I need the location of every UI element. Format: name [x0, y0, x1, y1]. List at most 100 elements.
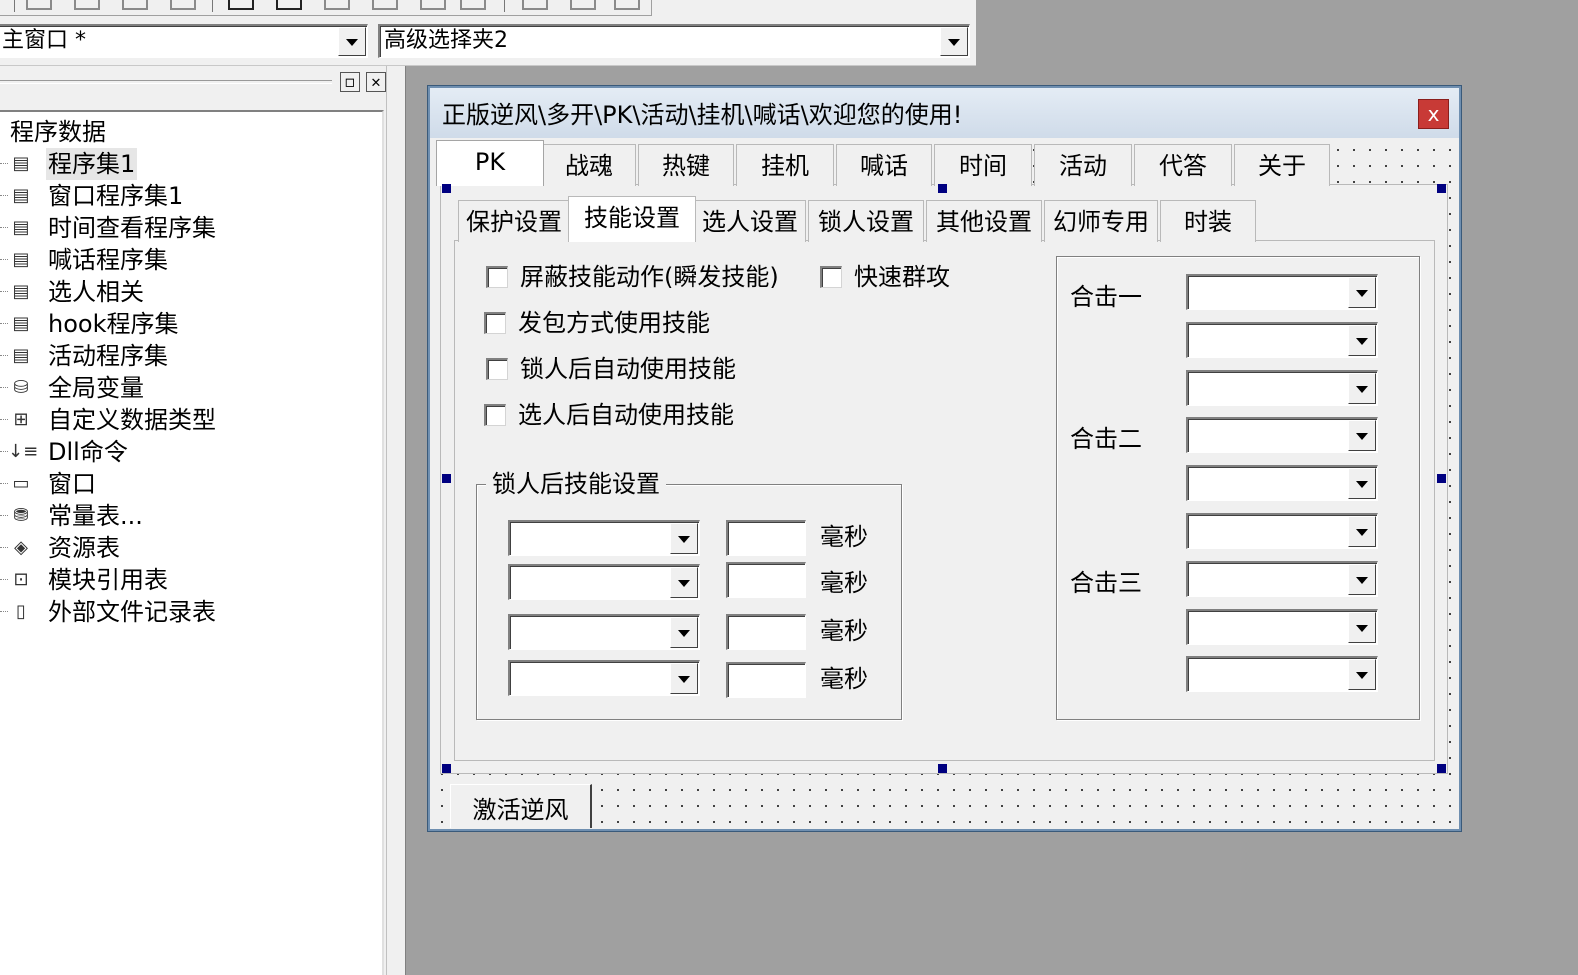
chevron-down-icon[interactable] — [1348, 468, 1376, 499]
combo-attack-select-4[interactable] — [1186, 417, 1378, 453]
chevron-down-icon[interactable] — [1348, 564, 1376, 595]
chevron-down-icon[interactable] — [1348, 373, 1376, 404]
chevron-down-icon[interactable] — [670, 523, 698, 554]
tab-fashion[interactable]: 时装 — [1160, 200, 1256, 242]
align-bottom-icon[interactable] — [170, 0, 196, 10]
panel-splitter[interactable] — [386, 66, 406, 975]
tab-illusionist[interactable]: 幻师专用 — [1044, 200, 1158, 242]
combo-attack-select-5[interactable] — [1186, 465, 1378, 501]
lock-delay-input-4[interactable] — [726, 662, 806, 698]
align-top-icon[interactable] — [122, 0, 148, 10]
chevron-down-icon[interactable] — [670, 663, 698, 694]
tree-item-label: 常量表... — [48, 502, 143, 530]
combo-attack-select-3[interactable] — [1186, 370, 1378, 406]
lock-skill-combo-2[interactable] — [508, 564, 700, 600]
checkbox-label: 发包方式使用技能 — [518, 309, 710, 337]
space-evenly-icon[interactable] — [460, 0, 486, 10]
same-size-icon[interactable] — [420, 0, 446, 10]
resize-handle[interactable] — [1437, 184, 1446, 193]
tab-shout[interactable]: 喊话 — [836, 144, 932, 186]
close-icon[interactable]: x — [1418, 99, 1449, 129]
lock-skill-combo-3[interactable] — [508, 614, 700, 650]
resize-handle[interactable] — [442, 474, 451, 483]
tree-item-label: 资源表 — [48, 534, 120, 562]
chevron-down-icon[interactable] — [1348, 420, 1376, 451]
combo-label-1: 合击一 — [1070, 283, 1142, 311]
window-icon: ▭ — [12, 473, 30, 494]
tab-protect-settings[interactable]: 保护设置 — [458, 200, 570, 242]
tree-connector — [0, 323, 8, 324]
lock-skill-combo-1[interactable] — [508, 520, 700, 556]
tab-select-settings[interactable]: 选人设置 — [694, 200, 806, 242]
component-selector[interactable]: 高级选择夹2 — [378, 24, 970, 58]
tree-item-label: 外部文件记录表 — [48, 598, 216, 626]
component-selector-value: 高级选择夹2 — [384, 28, 508, 53]
resize-handle[interactable] — [938, 764, 947, 773]
combo-attack-select-2[interactable] — [1186, 322, 1378, 358]
resize-handle[interactable] — [938, 184, 947, 193]
resize-handle[interactable] — [442, 184, 451, 193]
resize-handle[interactable] — [1437, 474, 1446, 483]
chevron-down-icon[interactable] — [940, 27, 968, 56]
checkbox-box[interactable] — [486, 266, 508, 288]
tab-about[interactable]: 关于 — [1234, 144, 1330, 186]
tree-connector — [0, 419, 8, 420]
chevron-down-icon[interactable] — [670, 617, 698, 648]
chevron-down-icon[interactable] — [1348, 325, 1376, 356]
window-selector-value: 主窗口 * — [2, 28, 86, 53]
resize-handle[interactable] — [442, 764, 451, 773]
lock-delay-input-3[interactable] — [726, 614, 806, 650]
lock-skill-combo-4[interactable] — [508, 660, 700, 696]
align-left-icon[interactable] — [26, 0, 52, 10]
combo-attack-select-9[interactable] — [1186, 656, 1378, 692]
tab-hotkey[interactable]: 热键 — [638, 144, 734, 186]
checkbox-box[interactable] — [484, 312, 506, 334]
chevron-down-icon[interactable] — [1348, 516, 1376, 547]
project-tree: 程序数据 ▤ 程序集1 ▤ 窗口程序集1 ▤ 时间查看程序集 ▤ 喊话程序集 ▤… — [0, 110, 384, 975]
chevron-down-icon[interactable] — [338, 27, 366, 56]
activate-button[interactable]: 激活逆风 — [450, 784, 592, 828]
bring-front-icon[interactable] — [522, 0, 548, 10]
tree-item-label: 程序集1 — [46, 148, 138, 180]
panel-grip[interactable] — [0, 80, 332, 84]
combo-attack-select-8[interactable] — [1186, 609, 1378, 645]
chevron-down-icon[interactable] — [1348, 659, 1376, 690]
lock-delay-input-2[interactable] — [726, 562, 806, 598]
checkbox-box[interactable] — [486, 358, 508, 380]
tab-zhanhun[interactable]: 战魂 — [542, 144, 636, 186]
same-height-icon[interactable] — [372, 0, 398, 10]
toolbar-separator — [504, 0, 505, 12]
same-width-icon[interactable] — [324, 0, 350, 10]
lock-skill-group-title: 锁人后技能设置 — [486, 469, 666, 499]
tab-time[interactable]: 时间 — [934, 144, 1032, 186]
combo-attack-select-6[interactable] — [1186, 513, 1378, 549]
tree-connector — [0, 291, 8, 292]
tab-afk[interactable]: 挂机 — [736, 144, 834, 186]
chevron-down-icon[interactable] — [1348, 277, 1376, 308]
restore-icon[interactable]: ◻ — [340, 72, 360, 92]
tab-other-settings[interactable]: 其他设置 — [926, 200, 1042, 242]
center-horizontal-icon[interactable] — [228, 0, 254, 10]
checkbox-box[interactable] — [484, 404, 506, 426]
toolbar-icon-strip — [0, 0, 652, 16]
resize-handle[interactable] — [1437, 764, 1446, 773]
align-right-icon[interactable] — [74, 0, 100, 10]
module-icon: ▤ — [12, 281, 30, 302]
center-vertical-icon[interactable] — [276, 0, 302, 10]
tab-auto-answer[interactable]: 代答 — [1134, 144, 1232, 186]
send-back-icon[interactable] — [570, 0, 596, 10]
lock-delay-input-1[interactable] — [726, 520, 806, 556]
tab-order-icon[interactable] — [614, 0, 640, 10]
combo-attack-select-1[interactable] — [1186, 274, 1378, 310]
tab-pk[interactable]: PK — [436, 140, 544, 186]
tree-item-label: 模块引用表 — [48, 566, 168, 594]
tab-skill-settings[interactable]: 技能设置 — [568, 196, 696, 242]
chevron-down-icon[interactable] — [1348, 612, 1376, 643]
chevron-down-icon[interactable] — [670, 567, 698, 598]
combo-attack-select-7[interactable] — [1186, 561, 1378, 597]
window-selector[interactable]: 主窗口 * — [0, 24, 368, 58]
checkbox-box[interactable] — [820, 266, 842, 288]
close-icon[interactable]: ✕ — [366, 72, 386, 92]
tab-lock-settings[interactable]: 锁人设置 — [808, 200, 924, 242]
tab-activity[interactable]: 活动 — [1034, 144, 1132, 186]
